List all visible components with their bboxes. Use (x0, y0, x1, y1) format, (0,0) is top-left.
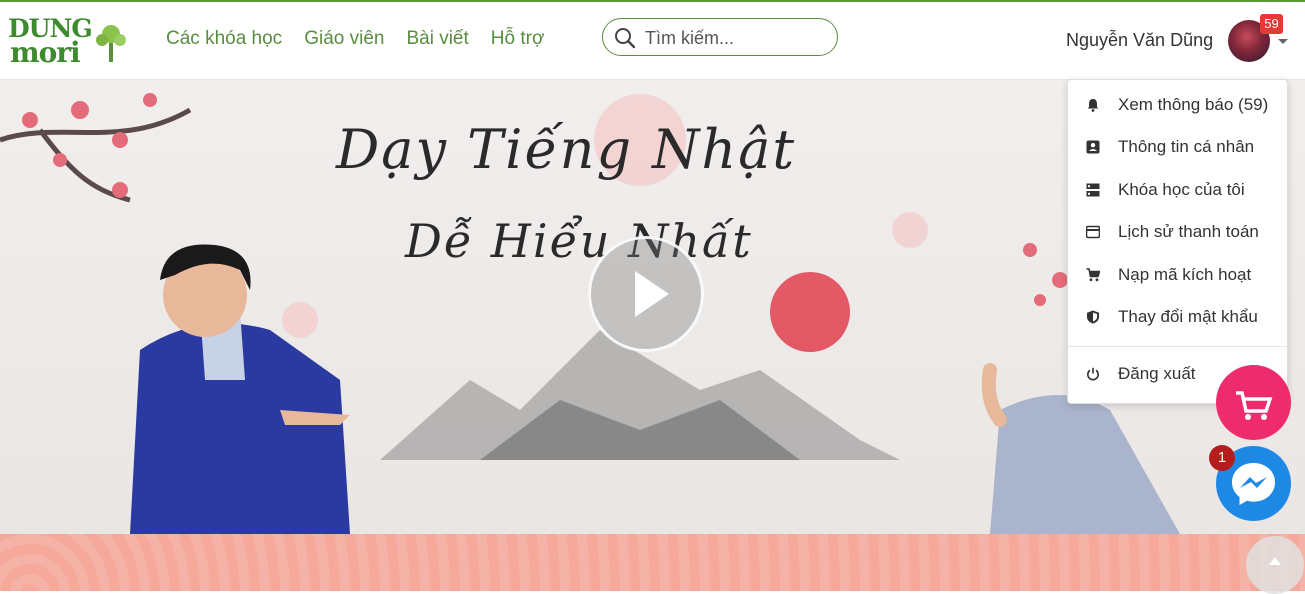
dungmori-logo[interactable]: DUNG mori (8, 14, 126, 69)
scroll-to-top-button[interactable] (1246, 536, 1304, 594)
search-input[interactable] (643, 25, 827, 51)
play-video-button[interactable] (588, 236, 704, 352)
tree-icon (96, 25, 126, 62)
decorative-band (0, 534, 1305, 591)
site-header: DUNG mori Các khóa học Giáo viên Bài viế… (0, 2, 1305, 80)
hero-title-line2: Dễ Hiểu Nhất (405, 214, 753, 268)
power-icon (1087, 367, 1099, 381)
bell-icon (1087, 99, 1099, 112)
menu-item-label: Xem thông báo (59) (1118, 95, 1269, 114)
menu-item-label: Thay đổi mật khẩu (1118, 307, 1258, 326)
menu-item-label: Đăng xuất (1118, 364, 1196, 383)
menu-item-label: Nạp mã kích hoạt (1118, 265, 1252, 284)
menu-item-notifications[interactable]: Xem thông báo (59) (1068, 85, 1287, 125)
cart-icon (1086, 268, 1100, 282)
menu-item-label: Lịch sử thanh toán (1118, 222, 1259, 241)
cart-icon (1236, 391, 1273, 420)
floating-cart-button[interactable] (1216, 365, 1291, 440)
menu-item-label: Thông tin cá nhân (1118, 137, 1255, 156)
chevron-down-icon[interactable] (1278, 39, 1288, 44)
nav-courses[interactable]: Các khóa học (166, 28, 282, 50)
search-box[interactable] (602, 18, 838, 56)
menu-item-label: Khóa học của tôi (1118, 180, 1245, 199)
hero-title-line1: Dạy Tiếng Nhật (336, 118, 797, 181)
courses-icon (1086, 183, 1100, 197)
messenger-badge: 1 (1209, 445, 1235, 471)
main-nav: Các khóa học Giáo viên Bài viết Hỗ trợ (166, 28, 566, 50)
user-dropdown-menu: Xem thông báo (59) Thông tin cá nhân Khó… (1067, 79, 1288, 404)
menu-divider (1068, 346, 1287, 347)
nav-posts[interactable]: Bài viết (406, 28, 468, 50)
nav-support[interactable]: Hỗ trợ (491, 28, 545, 50)
shield-icon (1087, 310, 1099, 324)
user-name[interactable]: Nguyễn Văn Dũng (1066, 30, 1213, 51)
notification-badge: 59 (1260, 14, 1283, 34)
menu-item-my-courses[interactable]: Khóa học của tôi (1068, 170, 1287, 210)
menu-item-change-password[interactable]: Thay đổi mật khẩu (1068, 297, 1287, 337)
search-icon (615, 28, 636, 49)
person-card-icon (1086, 140, 1100, 154)
menu-item-activate-code[interactable]: Nạp mã kích hoạt (1068, 255, 1287, 295)
logo-line2: mori (10, 36, 81, 69)
credit-card-icon (1086, 225, 1100, 239)
menu-item-payment-history[interactable]: Lịch sử thanh toán (1068, 212, 1287, 252)
nav-teachers[interactable]: Giáo viên (304, 28, 384, 50)
menu-item-profile[interactable]: Thông tin cá nhân (1068, 127, 1287, 167)
